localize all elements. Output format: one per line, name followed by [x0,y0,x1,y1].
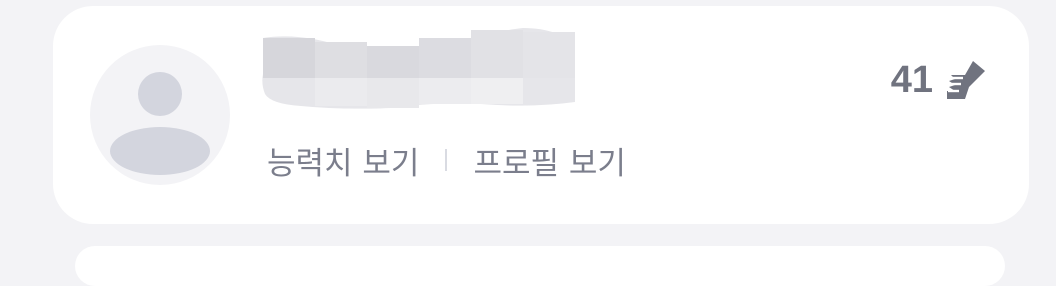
user-card: 능력치 보기 프로필 보기 41 [53,6,1029,224]
avatar-shoulders-shape [110,127,210,175]
profile-links: 능력치 보기 프로필 보기 [267,138,626,183]
thumbs-up-icon [947,61,985,99]
avatar[interactable] [90,45,230,185]
link-divider [445,149,448,171]
like-count: 41 [890,58,933,101]
view-profile-link[interactable]: 프로필 보기 [473,138,625,183]
like-counter[interactable]: 41 [891,58,989,102]
view-ability-link[interactable]: 능력치 보기 [267,138,419,183]
avatar-head-shape [138,72,182,116]
next-user-card [75,246,1005,286]
redacted-username [262,28,575,109]
